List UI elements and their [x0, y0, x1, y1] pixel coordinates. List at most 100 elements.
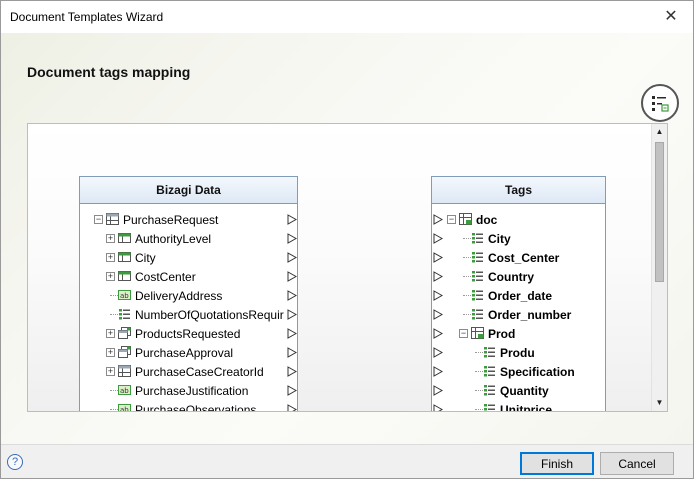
tree-row-city[interactable]: City — [432, 229, 607, 248]
tree-row-label: Quantity — [500, 384, 549, 398]
mapping-port-arrow-icon[interactable] — [433, 404, 444, 411]
tree-row-cost-center[interactable]: Cost_Center — [432, 248, 607, 267]
tree-row-label: CostCenter — [135, 270, 196, 284]
mapping-port-arrow-icon[interactable] — [287, 309, 298, 320]
mapping-port-arrow-icon[interactable] — [287, 271, 298, 282]
tree-row-label: Prod — [488, 327, 516, 341]
cancel-button[interactable]: Cancel — [600, 452, 674, 475]
tags-panel: Tags − doc City Cost_Center Country Order_dat… — [431, 176, 607, 412]
scroll-up-arrow-icon[interactable]: ▲ — [652, 124, 667, 140]
tree-row-purchasecasecreatorid[interactable]: + PurchaseCaseCreatorId — [80, 362, 299, 381]
text-field-icon: ab — [118, 289, 131, 301]
mapping-port-arrow-icon[interactable] — [433, 271, 444, 282]
collapse-icon[interactable]: − — [94, 215, 103, 224]
tree-connector — [475, 371, 483, 372]
mapping-port-arrow-icon[interactable] — [287, 328, 298, 339]
tree-row-label: Specification — [500, 365, 575, 379]
close-icon[interactable]: ✕ — [661, 7, 681, 27]
number-field-icon — [118, 308, 131, 320]
tree-connector — [110, 314, 118, 315]
tree-row-purchasejustification[interactable]: ab PurchaseJustification — [80, 381, 299, 400]
tag-icon — [471, 289, 484, 301]
expand-icon[interactable]: + — [106, 348, 115, 357]
mapping-port-arrow-icon[interactable] — [287, 290, 298, 301]
tree-row-produ[interactable]: Produ — [432, 343, 607, 362]
page-title: Document tags mapping — [27, 64, 191, 80]
tree-row-authoritylevel[interactable]: + AuthorityLevel — [80, 229, 299, 248]
expand-icon[interactable]: + — [106, 253, 115, 262]
mapping-port-arrow-icon[interactable] — [287, 252, 298, 263]
mapping-port-arrow-icon[interactable] — [433, 233, 444, 244]
tree-connector — [463, 238, 471, 239]
tag-icon — [471, 232, 484, 244]
tree-row-productsrequested[interactable]: + ProductsRequested — [80, 324, 299, 343]
mapping-port-arrow-icon[interactable] — [433, 290, 444, 301]
tree-row-unitprice[interactable]: Unitprice — [432, 400, 607, 412]
tree-row-label: PurchaseRequest — [123, 213, 219, 227]
mapping-port-arrow-icon[interactable] — [287, 404, 298, 411]
tree-row-label: Unitprice — [500, 403, 553, 412]
mapping-port-arrow-icon[interactable] — [433, 366, 444, 377]
tree-row-label: Order_number — [488, 308, 572, 322]
tree-row-label: Country — [488, 270, 534, 284]
entity-icon — [118, 270, 131, 282]
tag-icon — [483, 384, 496, 396]
svg-text:ab: ab — [120, 292, 129, 300]
tree-row-label: doc — [476, 213, 498, 227]
mapping-port-arrow-icon[interactable] — [287, 214, 298, 225]
tree-row-order-number[interactable]: Order_number — [432, 305, 607, 324]
tree-row-purchaserequest[interactable]: − PurchaseRequest — [80, 210, 299, 229]
tree-row-deliveryaddress[interactable]: ab DeliveryAddress — [80, 286, 299, 305]
scroll-down-arrow-icon[interactable]: ▼ — [652, 395, 667, 411]
mapping-port-arrow-icon[interactable] — [287, 233, 298, 244]
mapping-port-arrow-icon[interactable] — [433, 214, 444, 225]
collapse-icon[interactable]: − — [447, 215, 456, 224]
collapse-icon[interactable]: − — [459, 329, 468, 338]
expand-icon[interactable]: + — [106, 234, 115, 243]
tree-row-purchaseobservations[interactable]: ab PurchaseObservations — [80, 400, 299, 411]
tree-row-doc[interactable]: − doc — [432, 210, 607, 229]
mapping-port-arrow-icon[interactable] — [287, 366, 298, 377]
tree-row-purchaseapproval[interactable]: + PurchaseApproval — [80, 343, 299, 362]
tree-row-country[interactable]: Country — [432, 267, 607, 286]
mapping-port-arrow-icon[interactable] — [287, 385, 298, 396]
finish-button[interactable]: Finish — [520, 452, 594, 475]
tree-connector — [463, 314, 471, 315]
auto-map-button[interactable] — [641, 84, 679, 122]
tree-row-label: AuthorityLevel — [135, 232, 212, 246]
mapping-layout-icon — [652, 96, 669, 112]
mapping-port-arrow-icon[interactable] — [433, 385, 444, 396]
svg-text:ab: ab — [120, 387, 129, 395]
tree-connector — [475, 352, 483, 353]
vertical-scrollbar[interactable]: ▲ ▼ — [651, 124, 667, 411]
mapping-port-arrow-icon[interactable] — [433, 347, 444, 358]
tree-row-specification[interactable]: Specification — [432, 362, 607, 381]
tree-row-label: NumberOfQuotationsRequir — [135, 308, 284, 322]
mapping-canvas[interactable]: Bizagi Data − PurchaseRequest + AuthorityLe… — [27, 123, 668, 412]
tree-connector — [463, 276, 471, 277]
tree-row-numberofquotationsrequir[interactable]: NumberOfQuotationsRequir — [80, 305, 299, 324]
tree-row-prod[interactable]: − Prod — [432, 324, 607, 343]
mapping-port-arrow-icon[interactable] — [433, 252, 444, 263]
mapping-port-arrow-icon[interactable] — [433, 309, 444, 320]
mapping-port-arrow-icon[interactable] — [287, 347, 298, 358]
dialog-footer: ? Finish Cancel — [1, 444, 693, 478]
help-icon[interactable]: ? — [7, 454, 23, 470]
scrollbar-thumb[interactable] — [655, 142, 664, 282]
tree-row-order-date[interactable]: Order_date — [432, 286, 607, 305]
mapping-port-arrow-icon[interactable] — [433, 328, 444, 339]
tree-connector — [463, 257, 471, 258]
tree-row-label: Cost_Center — [488, 251, 560, 265]
expand-icon[interactable]: + — [106, 367, 115, 376]
table-icon — [106, 213, 119, 225]
tree-connector — [110, 390, 118, 391]
dialog-window: Document Templates Wizard ✕ Document tag… — [0, 0, 694, 479]
doc-table-icon — [471, 327, 484, 339]
tag-icon — [471, 308, 484, 320]
title-bar: Document Templates Wizard ✕ — [1, 1, 693, 33]
tree-row-costcenter[interactable]: + CostCenter — [80, 267, 299, 286]
tree-row-quantity[interactable]: Quantity — [432, 381, 607, 400]
tree-row-city[interactable]: + City — [80, 248, 299, 267]
expand-icon[interactable]: + — [106, 329, 115, 338]
expand-icon[interactable]: + — [106, 272, 115, 281]
